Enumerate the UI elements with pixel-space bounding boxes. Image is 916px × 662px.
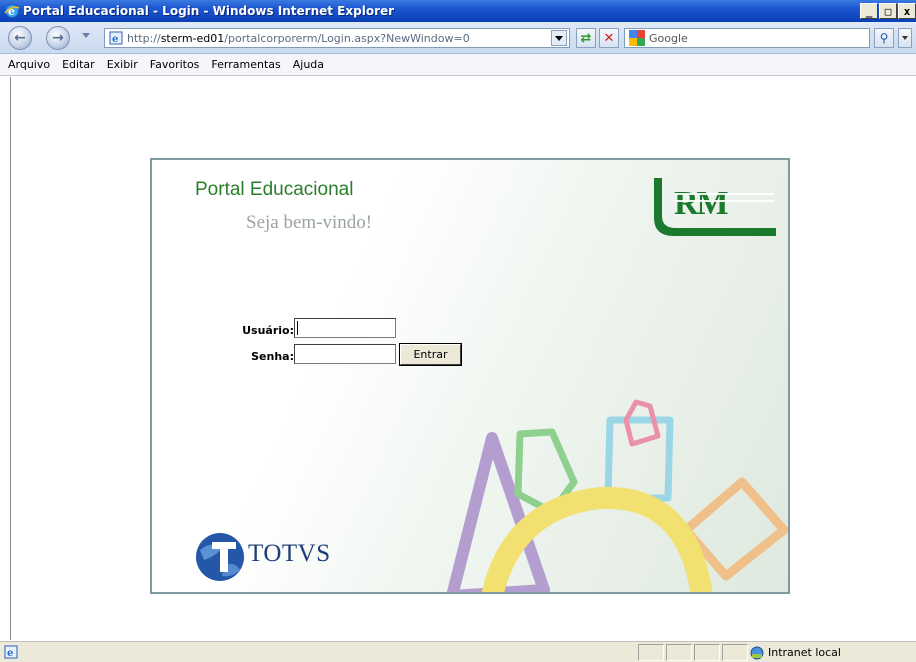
google-icon: [629, 30, 645, 46]
portal-title: Portal Educacional: [195, 179, 354, 200]
search-options-icon[interactable]: [898, 28, 912, 48]
refresh-icon[interactable]: ⇄: [576, 28, 596, 48]
close-button[interactable]: x: [898, 3, 916, 19]
forward-icon[interactable]: →: [46, 26, 70, 50]
minimize-button[interactable]: _: [860, 3, 878, 19]
address-bar[interactable]: e http://sterm-ed01/portalcorporerm/Logi…: [104, 28, 570, 48]
maximize-button[interactable]: □: [879, 3, 897, 19]
back-icon[interactable]: ←: [8, 26, 32, 50]
menu-item-ajuda[interactable]: Ajuda: [287, 58, 330, 71]
username-label: Usuário:: [242, 324, 294, 337]
totvs-globe-logo: [196, 533, 244, 581]
address-dropdown-icon[interactable]: [551, 30, 567, 46]
svg-text:e: e: [7, 648, 13, 659]
welcome-text: Seja bem-vindo!: [246, 212, 373, 233]
window-title: Portal Educacional - Login - Windows Int…: [23, 4, 395, 18]
menu-item-exibir[interactable]: Exibir: [101, 58, 144, 71]
menu-bar: Arquivo Editar Exibir Favoritos Ferramen…: [0, 54, 916, 76]
search-placeholder: Google: [649, 31, 688, 45]
status-panel: [666, 644, 692, 661]
security-zone[interactable]: Intranet local: [750, 644, 916, 661]
username-field[interactable]: [294, 318, 396, 338]
enter-button[interactable]: Entrar: [399, 343, 462, 366]
status-panel: [722, 644, 748, 661]
svg-text:e: e: [112, 34, 118, 45]
search-input[interactable]: Google: [624, 28, 870, 48]
page-status-icon: e: [4, 645, 18, 659]
password-label: Senha:: [251, 350, 294, 363]
search-icon[interactable]: ⚲: [874, 28, 894, 48]
window-title-bar[interactable]: e Portal Educacional - Login - Windows I…: [0, 0, 916, 22]
navigation-bar: ← → e http://sterm-ed01/portalcorporerm/…: [0, 22, 916, 54]
menu-item-editar[interactable]: Editar: [56, 58, 101, 71]
url-text: http://sterm-ed01/portalcorporerm/Login.…: [127, 31, 470, 45]
menu-item-ferramentas[interactable]: Ferramentas: [205, 58, 286, 71]
status-panel: [638, 644, 664, 661]
intranet-icon: [750, 646, 764, 659]
rm-logo: RM: [654, 178, 776, 236]
status-bar: e Intranet local: [0, 641, 916, 662]
svg-text:RM: RM: [674, 185, 729, 222]
stop-icon[interactable]: ✕: [599, 28, 619, 48]
login-card: Portal Educacional Seja bem-vindo! RM Us…: [150, 158, 790, 594]
history-dropdown-icon[interactable]: [82, 33, 90, 38]
totvs-wordmark: TOTVS: [248, 540, 331, 567]
decorative-shapes: [446, 399, 788, 592]
text-caret: [297, 321, 298, 335]
ie-icon: e: [4, 4, 20, 18]
password-field[interactable]: [294, 344, 396, 364]
zone-label: Intranet local: [768, 646, 841, 659]
menu-item-favoritos[interactable]: Favoritos: [144, 58, 206, 71]
status-panel: [694, 644, 720, 661]
page-icon: e: [109, 31, 123, 45]
menu-item-arquivo[interactable]: Arquivo: [2, 58, 56, 71]
